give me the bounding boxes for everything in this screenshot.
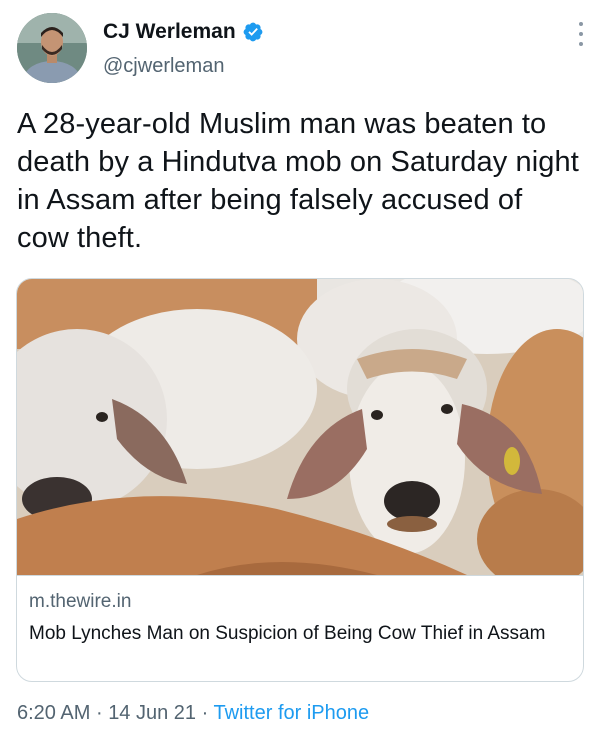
profile-photo-icon: [17, 13, 87, 83]
tweet-text: A 28-year-old Muslim man was beaten to d…: [17, 108, 579, 254]
verified-badge-icon: [243, 22, 263, 42]
user-handle[interactable]: @cjwerleman: [103, 55, 224, 78]
tweet-date[interactable]: 14 Jun 21: [108, 702, 196, 724]
user-name[interactable]: CJ Werleman: [103, 20, 236, 44]
avatar[interactable]: [17, 13, 87, 83]
link-card[interactable]: m.thewire.in Mob Lynches Man on Suspicio…: [16, 278, 584, 682]
tweet-meta: 6:20 AM · 14 Jun 21 · Twitter for iPhone: [17, 702, 369, 725]
cows-photo-icon: [17, 279, 583, 575]
meta-separator: ·: [201, 702, 209, 724]
meta-separator: ·: [95, 702, 103, 724]
card-domain: m.thewire.in: [29, 591, 132, 612]
tweet-source[interactable]: Twitter for iPhone: [213, 702, 369, 724]
card-title[interactable]: Mob Lynches Man on Suspicion of Being Co…: [29, 621, 569, 647]
card-divider: [17, 575, 583, 576]
more-options-icon[interactable]: [576, 22, 586, 46]
user-name-row[interactable]: CJ Werleman: [103, 20, 264, 44]
tweet-time[interactable]: 6:20 AM: [17, 702, 90, 724]
